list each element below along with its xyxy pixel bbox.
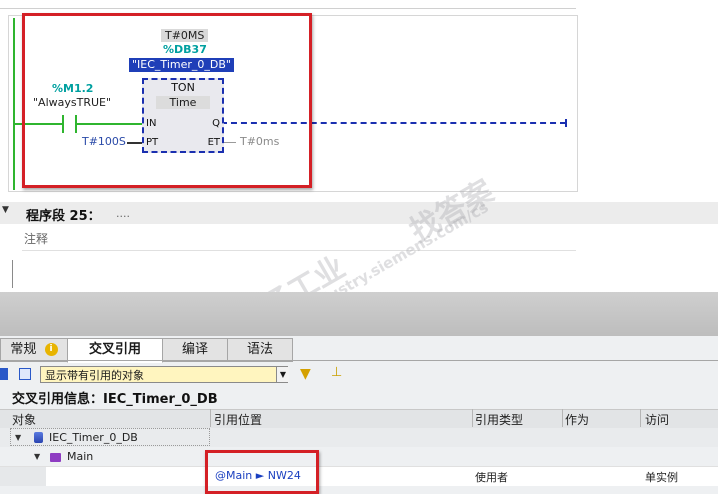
object-cell[interactable]: IEC_Timer_0_DB	[49, 431, 138, 444]
expand-triangle-icon[interactable]: ▼	[34, 452, 40, 461]
table-row[interactable]	[0, 447, 718, 466]
network-25-header[interactable]: ▼ 程序段 25： ....	[0, 202, 718, 224]
tab-bar-line	[0, 360, 718, 361]
wire-end-marker	[565, 119, 567, 127]
tab-general[interactable]: 常规 i	[0, 338, 68, 362]
expand-triangle-icon[interactable]: ▼	[15, 433, 21, 442]
network-title: 程序段 25：	[26, 209, 101, 224]
col-separator[interactable]	[640, 409, 641, 427]
xref-grid-header	[0, 409, 718, 429]
access-cell: 单实例	[645, 471, 678, 484]
tab-cross-reference-label: 交叉引用	[88, 342, 141, 357]
comment-divider	[22, 250, 576, 251]
network-comment[interactable]: 注释	[24, 230, 48, 247]
table-row[interactable]	[0, 466, 718, 486]
col-separator[interactable]	[472, 409, 473, 427]
left-power-rail	[13, 18, 15, 190]
tab-syntax[interactable]: 语法	[227, 338, 293, 362]
highlight-frame-timer	[22, 13, 312, 188]
col-object[interactable]: 对象	[12, 411, 36, 428]
info-icon: i	[44, 343, 58, 356]
col-ref-location[interactable]: 引用位置	[214, 411, 262, 428]
col-separator[interactable]	[562, 409, 563, 427]
function-block-icon	[50, 453, 61, 462]
reference-filter-select[interactable]: 显示带有引用的对象	[40, 366, 288, 383]
row-indent	[0, 467, 46, 486]
separator-line	[0, 8, 576, 9]
chevron-down-icon[interactable]: ▼	[276, 367, 289, 382]
rung-start-marker	[12, 260, 13, 288]
detail-view-icon[interactable]	[19, 368, 31, 380]
collapse-chevron-icon[interactable]: ▼	[2, 205, 9, 215]
tab-compile[interactable]: 编译	[162, 338, 228, 362]
xref-info-title: 交叉引用信息：IEC_Timer_0_DB	[12, 392, 218, 407]
tab-compile-label: 编译	[181, 342, 208, 357]
highlight-frame-reference	[205, 450, 319, 494]
list-view-icon[interactable]	[0, 368, 8, 380]
filter-selected-value: 显示带有引用的对象	[45, 369, 144, 382]
database-icon	[34, 432, 43, 443]
col-separator[interactable]	[210, 409, 211, 427]
tab-general-label: 常规	[10, 342, 37, 357]
pin-icon[interactable]: ⊥	[331, 365, 342, 381]
pane-splitter[interactable]	[0, 292, 718, 336]
col-as[interactable]: 作为	[565, 411, 589, 428]
filter-icon[interactable]: ▼	[300, 366, 311, 382]
network-title-placeholder[interactable]: ....	[116, 207, 130, 220]
ladder-editor[interactable]: %M1.2 "AlwaysTRUE" T#0MS %DB37 "IEC_Time…	[0, 0, 718, 355]
col-ref-type[interactable]: 引用类型	[475, 411, 523, 428]
tab-syntax-label: 语法	[246, 342, 273, 357]
ref-type-cell: 使用者	[475, 471, 508, 484]
object-cell[interactable]: Main	[67, 450, 93, 463]
col-access[interactable]: 访问	[645, 411, 669, 428]
